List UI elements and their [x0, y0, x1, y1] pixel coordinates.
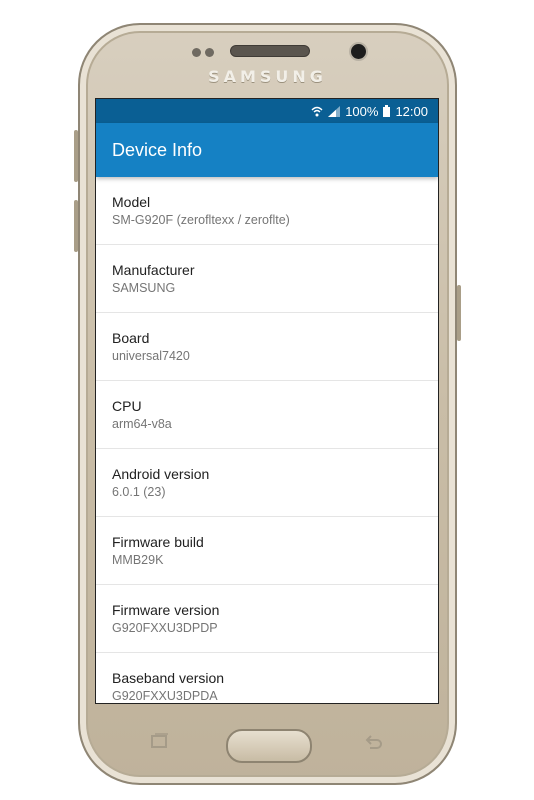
item-title: Firmware version: [112, 602, 220, 618]
list-item-model[interactable]: Model SM-G920F (zerofltexx / zeroflte): [96, 177, 438, 245]
wifi-icon: [311, 106, 323, 117]
sensor-dots: [192, 44, 222, 57]
item-title: Board: [112, 330, 150, 346]
home-button[interactable]: [226, 729, 312, 763]
battery-percent: 100%: [345, 103, 379, 119]
item-title: Model: [112, 194, 151, 210]
list-item-android-version[interactable]: Android version 6.0.1 (23): [96, 449, 438, 517]
item-value: SAMSUNG: [112, 281, 176, 295]
page-title: Device Info: [112, 139, 203, 160]
list-item-board[interactable]: Board universal7420: [96, 313, 438, 381]
app-bar: Device Info: [96, 123, 438, 177]
item-title: Firmware build: [112, 534, 204, 550]
item-title: Baseband version: [112, 670, 225, 686]
info-list: Model SM-G920F (zerofltexx / zeroflte) M…: [96, 177, 438, 703]
item-value: arm64-v8a: [112, 417, 172, 431]
clock: 12:00: [395, 103, 428, 119]
status-bar: 100% 12:00: [96, 99, 438, 123]
list-item-baseband-version[interactable]: Baseband version G920FXXU3DPDA: [96, 653, 438, 703]
signal-icon: [328, 105, 341, 117]
item-value: MMB29K: [112, 553, 164, 567]
power-button: [457, 285, 461, 341]
list-item-manufacturer[interactable]: Manufacturer SAMSUNG: [96, 245, 438, 313]
item-title: Manufacturer: [112, 262, 195, 278]
brand-logo: SAMSUNG: [208, 67, 327, 86]
volume-up-button: [74, 130, 78, 182]
earpiece-speaker: [230, 45, 310, 57]
item-title: CPU: [112, 398, 142, 414]
item-value: 6.0.1 (23): [112, 485, 166, 499]
front-camera-icon: [349, 42, 368, 61]
recent-apps-icon[interactable]: [148, 733, 170, 751]
screen: 100% 12:00 Device Info Model SM-G920F (z…: [95, 98, 439, 704]
back-icon[interactable]: [362, 733, 384, 751]
item-title: Android version: [112, 466, 210, 482]
battery-icon: [383, 105, 391, 117]
item-value: SM-G920F (zerofltexx / zeroflte): [112, 213, 290, 227]
volume-down-button: [74, 200, 78, 252]
item-value: G920FXXU3DPDP: [112, 621, 218, 635]
item-value: universal7420: [112, 349, 190, 363]
list-item-cpu[interactable]: CPU arm64-v8a: [96, 381, 438, 449]
item-value: G920FXXU3DPDA: [112, 689, 218, 703]
list-item-firmware-version[interactable]: Firmware version G920FXXU3DPDP: [96, 585, 438, 653]
list-item-firmware-build[interactable]: Firmware build MMB29K: [96, 517, 438, 585]
